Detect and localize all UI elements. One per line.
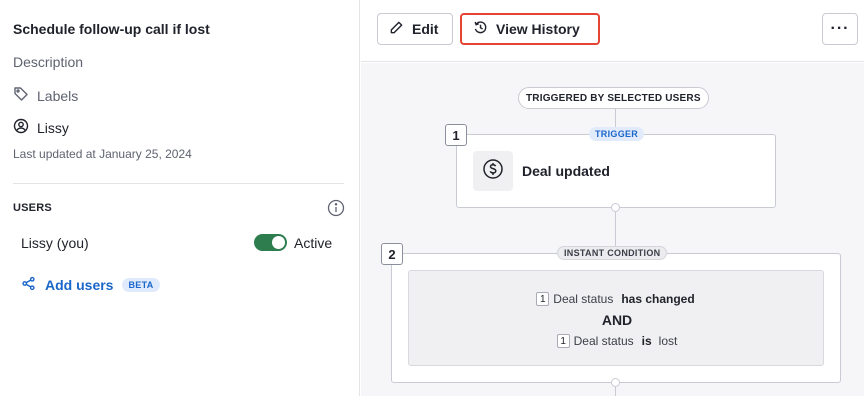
view-history-button[interactable]: View History [460,13,600,45]
condition-operator: is [641,334,652,348]
ellipsis-icon: ··· [830,20,850,37]
user-circle-icon [13,118,29,137]
edit-label: Edit [412,21,439,37]
owner-name: Lissy [37,119,69,136]
share-icon [21,276,36,294]
condition-joiner: AND [601,312,633,328]
user-item-name: Lissy (you) [21,235,89,251]
divider [13,183,344,184]
step-number-1: 1 [445,124,467,146]
condition-operator: has changed [621,292,695,306]
automation-title: Schedule follow-up call if lost [13,21,210,37]
owner-row: Lissy [13,118,69,137]
trigger-title: Deal updated [522,163,610,179]
connector-line [615,387,616,396]
description-field[interactable]: Description [13,54,83,70]
dollar-circle-icon [482,158,504,185]
toggle-knob [272,236,285,249]
labels-text: Labels [37,87,79,104]
history-icon [473,20,488,38]
tag-icon [13,86,29,105]
add-users-label: Add users [45,277,114,293]
condition-badge: INSTANT CONDITION [557,246,668,260]
info-icon[interactable] [327,199,345,217]
active-toggle[interactable] [254,234,287,251]
step-ref-badge: 1 [556,334,570,348]
step-ref-badge: 1 [536,292,550,306]
beta-badge: BETA [122,278,160,292]
connector-dot [611,378,620,387]
condition-field: Deal status [573,334,634,348]
connector-dot [611,203,620,212]
users-heading: USERS [13,202,52,214]
condition-group[interactable]: 1 Deal status has changed AND 1 Deal sta… [408,270,824,366]
condition-field: Deal status [553,292,614,306]
toolbar: Edit View History ··· [361,0,864,62]
condition-value: lost [658,334,678,348]
edit-button[interactable]: Edit [377,13,453,45]
add-users-button[interactable]: Add users BETA [21,276,160,294]
condition-row: 1 Deal status is lost [409,334,825,348]
sidebar: Schedule follow-up call if lost Descript… [0,0,360,396]
more-options-button[interactable]: ··· [822,13,858,45]
labels-row[interactable]: Labels [13,86,78,105]
deal-icon-box [473,151,513,191]
step-number-2: 2 [381,243,403,265]
view-history-label: View History [496,21,580,37]
toggle-status-label: Active [294,235,333,251]
entry-label: TRIGGERED BY SELECTED USERS [518,87,709,109]
last-updated: Last updated at January 25, 2024 [13,147,192,161]
trigger-badge: TRIGGER [589,127,645,141]
workflow-canvas[interactable]: TRIGGERED BY SELECTED USERS 1 TRIGGER De… [361,63,864,396]
condition-row: 1 Deal status has changed [409,292,825,306]
pencil-icon [389,20,404,38]
